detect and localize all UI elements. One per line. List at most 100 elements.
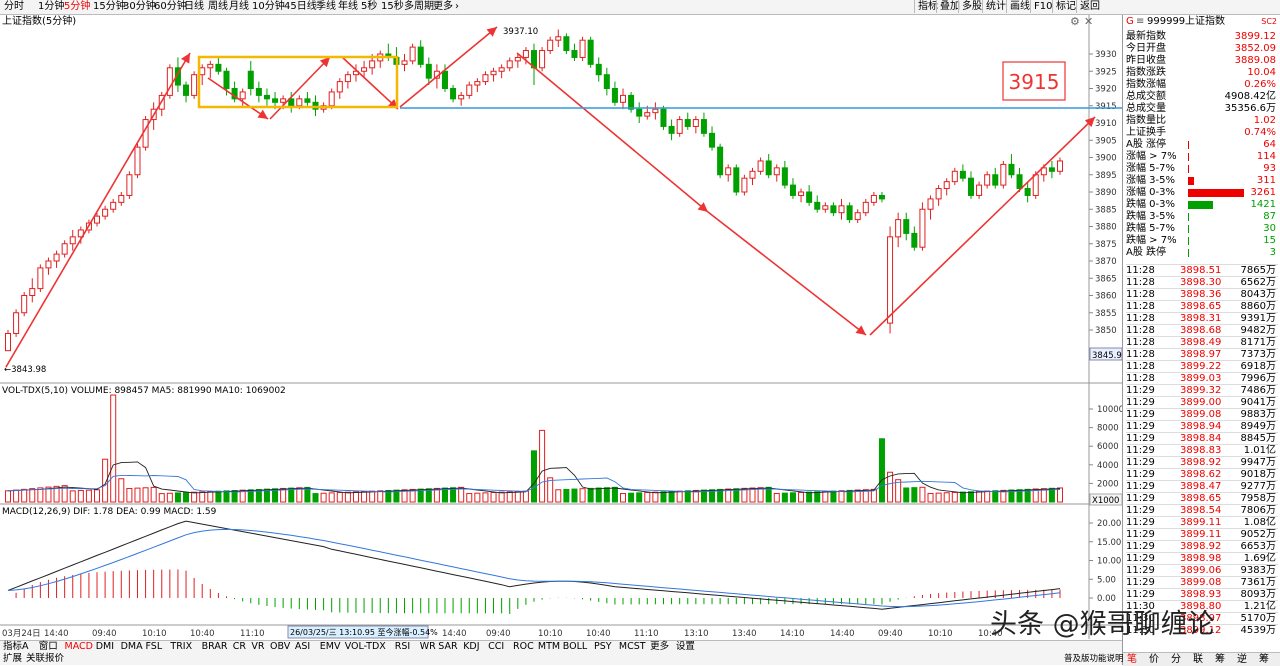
- candle-body: [1024, 188, 1031, 196]
- price-tick-label: 3865: [1095, 274, 1117, 284]
- indicator-tab[interactable]: 设置: [676, 641, 695, 653]
- indicator-tab[interactable]: RSI: [395, 641, 410, 653]
- candle-body: [29, 288, 36, 297]
- indicator-tab[interactable]: MACD: [65, 641, 93, 653]
- indicator-tab[interactable]: OBV: [270, 641, 290, 653]
- macd-dif-line: [7, 520, 1061, 610]
- quote-panel: G ≡ 999999 上证指数 SC2 最新指数 3899.12 今日开盘 3852.…: [1122, 15, 1280, 666]
- indicator-tab[interactable]: TRIX: [170, 641, 192, 653]
- volume-bar: [951, 491, 958, 503]
- indicator-tab[interactable]: MTM: [538, 641, 560, 653]
- candle-body: [603, 74, 610, 90]
- time-axis-label: 10:10: [928, 629, 953, 639]
- volume-tick-label: 10000: [1097, 405, 1122, 415]
- timeframe-tab[interactable]: 15秒: [381, 1, 404, 13]
- timeframe-tab[interactable]: 年线: [338, 1, 358, 13]
- stat-label: 今日开盘: [1126, 43, 1166, 54]
- kline-chart[interactable]: 上证指数(5分钟) ⚙ ✕ 3930 3925 3920 3915 3910 3905 39…: [0, 14, 1124, 639]
- timeframe-tab[interactable]: 30分钟: [123, 1, 156, 13]
- indicator-tab[interactable]: EMV: [320, 641, 341, 653]
- breadth-value: 93: [1263, 163, 1276, 174]
- toolbar-button-draw[interactable]: 画线: [1006, 0, 1033, 13]
- volume-bar: [603, 487, 610, 503]
- candle-body: [417, 46, 424, 65]
- toolbar-button-mark[interactable]: 标记: [1052, 0, 1079, 13]
- candle-body: [1048, 167, 1055, 172]
- chart-area[interactable]: 上证指数(5分钟) ⚙ ✕ 3930 3925 3920 3915 3910 3905 39…: [0, 14, 1124, 639]
- indicator-tab[interactable]: VOL-TDX: [345, 641, 386, 653]
- tab-ni[interactable]: 逆: [1237, 653, 1247, 666]
- timeframe-tab[interactable]: 5秒: [361, 1, 377, 13]
- timeframe-tab[interactable]: 10分钟: [252, 1, 285, 13]
- volume-bar: [660, 491, 667, 503]
- volume-bar: [352, 491, 359, 503]
- settings-gear-icon[interactable]: ⚙: [1070, 15, 1080, 28]
- indicator-tab[interactable]: KDJ: [463, 641, 479, 653]
- menu-icon[interactable]: ≡: [1136, 15, 1144, 29]
- candle-body: [61, 243, 68, 255]
- volume-bar: [652, 491, 659, 503]
- toolbar-button-multi-stock[interactable]: 多股: [958, 0, 985, 13]
- timeframe-tab[interactable]: 60分钟: [154, 1, 187, 13]
- timeframe-tab[interactable]: 日线: [184, 1, 204, 13]
- close-icon[interactable]: ✕: [1084, 15, 1093, 28]
- tab-chou[interactable]: 筹: [1215, 653, 1225, 666]
- indicator-tab[interactable]: FSL: [146, 641, 163, 653]
- candle-body: [717, 146, 724, 176]
- candle-body: [466, 84, 473, 96]
- timeframe-tab[interactable]: 多周期: [404, 1, 434, 13]
- indicator-tab[interactable]: ROC: [513, 641, 534, 653]
- expand-button[interactable]: 扩展: [3, 653, 22, 665]
- indicator-tab[interactable]: PSY: [594, 641, 612, 653]
- candle-body: [984, 174, 991, 186]
- candle-body: [118, 194, 125, 203]
- indicator-tab[interactable]: 窗口: [39, 641, 58, 653]
- timeframe-tab[interactable]: 周线: [208, 1, 228, 13]
- candle-body: [806, 191, 813, 203]
- candle-body: [781, 167, 788, 186]
- indicator-tab[interactable]: BRAR: [202, 641, 228, 653]
- timeframe-tab[interactable]: 更多: [433, 1, 453, 13]
- breadth-row: 涨幅 3-5% 311: [1126, 175, 1278, 187]
- toolbar-button-back[interactable]: 返回: [1076, 0, 1103, 13]
- indicator-tab[interactable]: WR: [420, 641, 436, 653]
- indicator-tab[interactable]: 更多: [650, 641, 669, 653]
- volume-tick-label: 4000: [1097, 461, 1119, 471]
- indicator-tab[interactable]: CCI: [488, 641, 504, 653]
- stat-label: 指数涨跌: [1126, 67, 1166, 78]
- toolbar-button-stats[interactable]: 统计: [982, 0, 1009, 13]
- stat-value: 3889.08: [1234, 55, 1276, 66]
- tab-lian[interactable]: 联: [1193, 653, 1203, 666]
- tab-fen[interactable]: 分: [1171, 653, 1181, 666]
- macd-tick-label: 5.00: [1097, 575, 1116, 585]
- indicator-tab[interactable]: VR: [251, 641, 264, 653]
- breadth-row: 跌幅 > 7% 15: [1126, 235, 1278, 247]
- timeframe-tab[interactable]: 45日线: [284, 1, 317, 13]
- indicator-tab[interactable]: DMI: [96, 641, 114, 653]
- volume-bar: [134, 487, 141, 503]
- tab-bi[interactable]: 笔: [1127, 653, 1137, 666]
- indicator-tab[interactable]: SAR: [438, 641, 457, 653]
- indicator-tab[interactable]: BOLL: [563, 641, 587, 653]
- volume-bar: [361, 491, 368, 503]
- indicator-tab[interactable]: DMA: [121, 641, 143, 653]
- indicator-tab[interactable]: 指标A: [3, 641, 29, 653]
- timeframe-tab[interactable]: 1分钟: [38, 1, 64, 13]
- tab-jia[interactable]: 价: [1149, 653, 1159, 666]
- macd-tick-label: 20.00: [1097, 519, 1121, 529]
- indicator-tab[interactable]: ASI: [295, 641, 310, 653]
- candle-body: [595, 63, 602, 76]
- tab-chou-2[interactable]: 筹: [1259, 653, 1269, 666]
- timeframe-tab[interactable]: 月线: [229, 1, 249, 13]
- indicator-tab[interactable]: CR: [233, 641, 246, 653]
- related-quote-button[interactable]: 关联报价: [26, 653, 64, 665]
- timeframe-tab[interactable]: 季线: [316, 1, 336, 13]
- more-chevron-icon[interactable]: ›: [455, 1, 459, 13]
- feature-hint[interactable]: 普及版功能说明: [1064, 653, 1124, 665]
- volume-bar: [579, 488, 586, 503]
- timeframe-tab[interactable]: 5分钟: [64, 1, 90, 13]
- breadth-value: 64: [1263, 139, 1276, 150]
- timeframe-tab[interactable]: 15分钟: [93, 1, 126, 13]
- timeframe-tab[interactable]: 分时: [4, 1, 24, 13]
- indicator-tab[interactable]: MCST: [619, 641, 646, 653]
